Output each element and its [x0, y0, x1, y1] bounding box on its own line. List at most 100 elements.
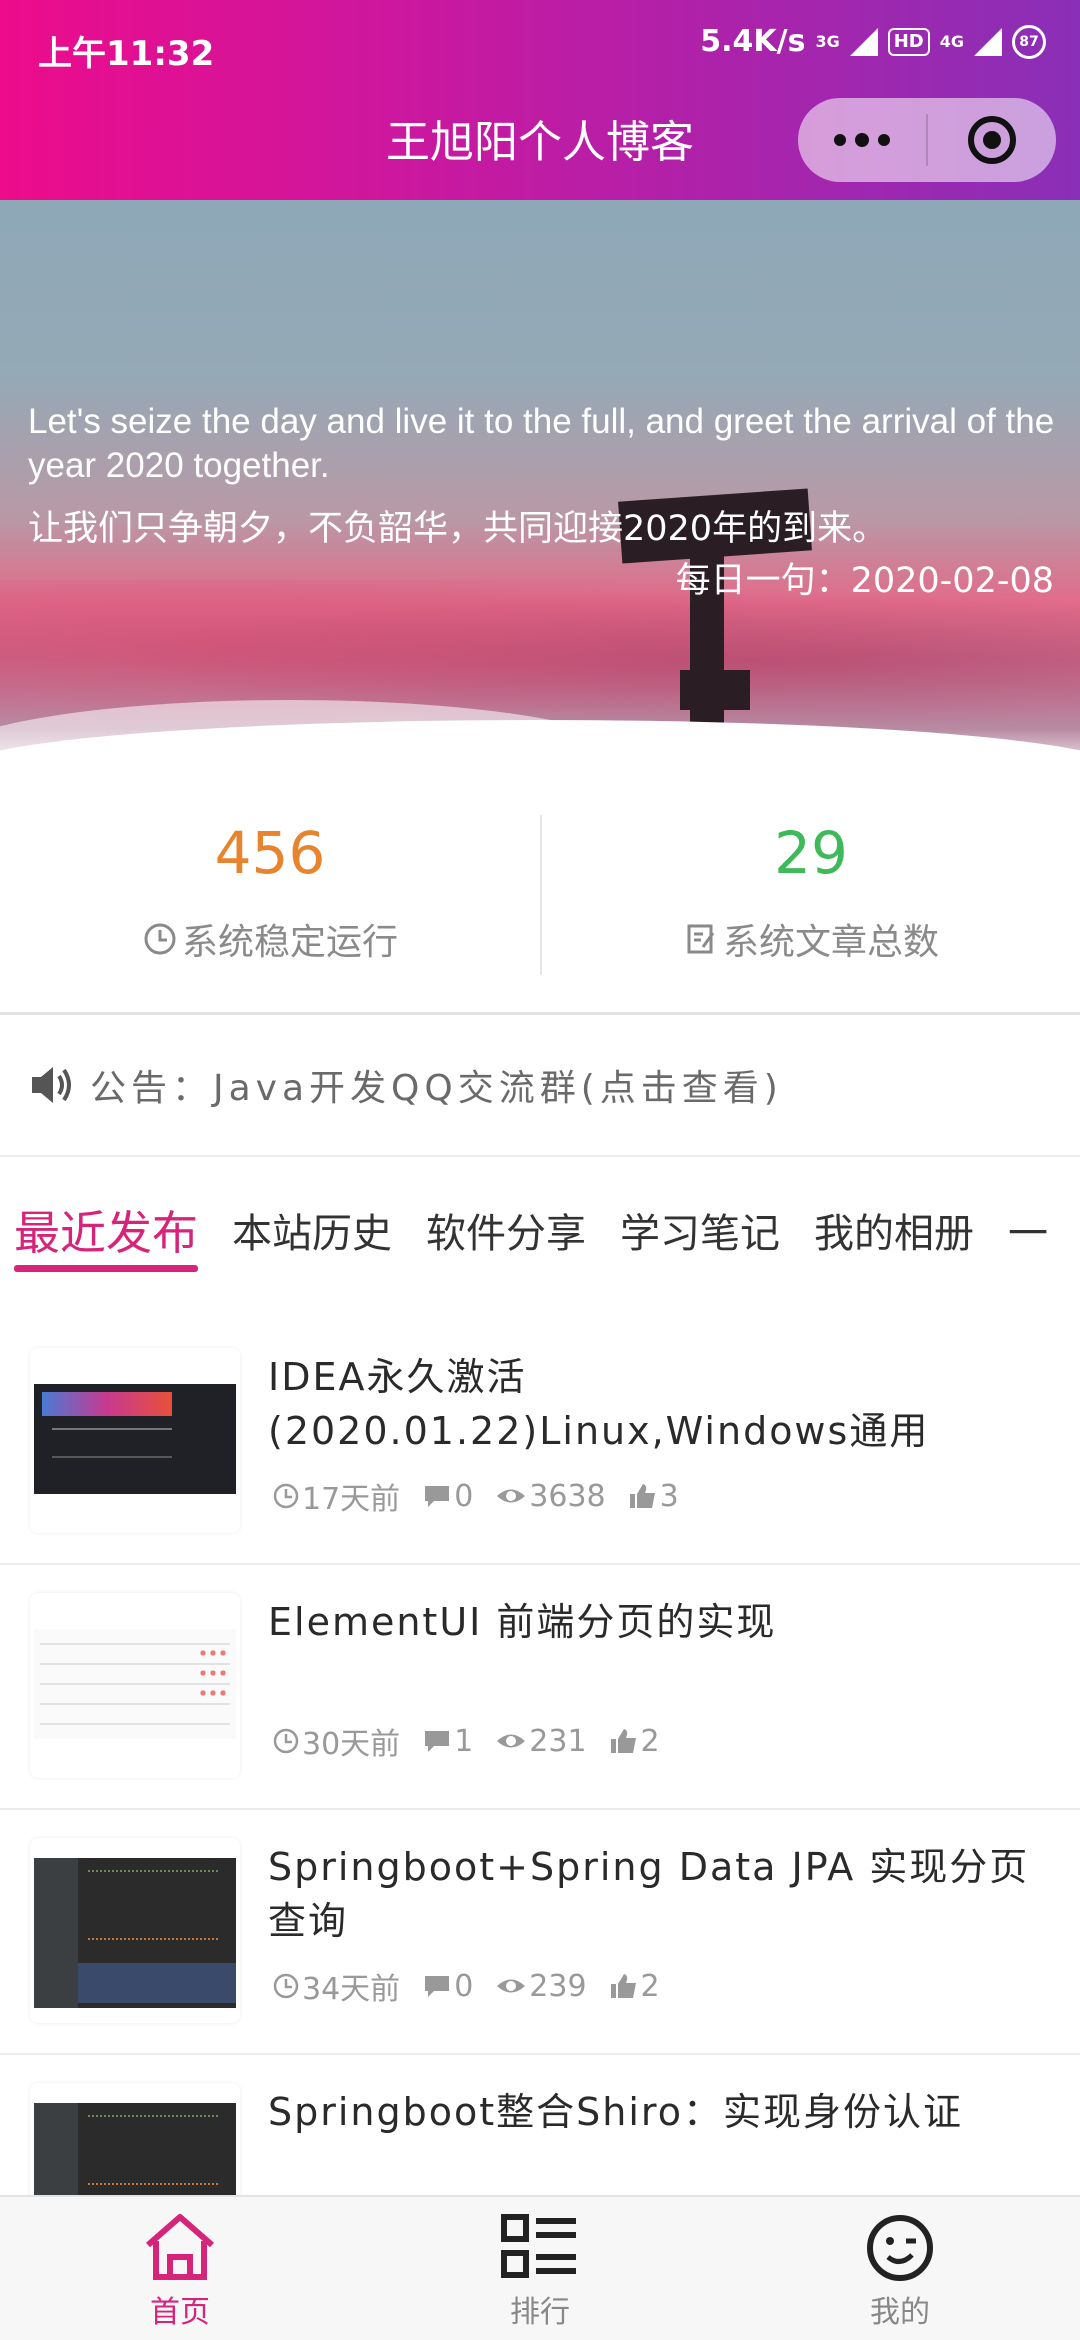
- tabbar-mine-label: 我的: [870, 2295, 930, 2330]
- status-icons: 5.4K/s 3G HD 4G 87: [700, 24, 1046, 59]
- article-title: Springboot+Spring Data JPA 实现分页查询: [268, 1845, 1030, 1943]
- tabbar-ranking-label: 排行: [510, 2295, 570, 2330]
- close-button[interactable]: [928, 98, 1056, 182]
- ide-code-area: [88, 2115, 218, 2185]
- uptime-label: 系统稳定运行: [181, 922, 398, 963]
- clock-icon: [273, 1973, 299, 1999]
- table-action-dots: [198, 1649, 228, 1657]
- comment-icon: [425, 1976, 450, 1997]
- meta-views: 239: [495, 1969, 587, 2004]
- speaker-icon: [32, 1067, 71, 1103]
- announcement-bar[interactable]: 公告：Java开发QQ交流群(点击查看): [0, 1015, 1080, 1157]
- article-title: ElementUI 前端分页的实现: [268, 1600, 777, 1644]
- signpost-board-small: [680, 670, 750, 710]
- edit-doc-icon: [687, 924, 715, 954]
- meta-comments: 0: [422, 1479, 473, 1514]
- table-screenshot: [34, 1629, 236, 1739]
- battery-icon: 87: [1012, 24, 1046, 59]
- tab-software[interactable]: 软件分享: [426, 1160, 586, 1300]
- quote-date: 每日一句：2020-02-08: [675, 561, 1054, 601]
- more-dots-icon: [834, 133, 890, 147]
- table-line: [40, 1683, 230, 1685]
- articles-label-row: 系统文章总数: [542, 913, 1080, 965]
- comment-icon: [425, 1731, 450, 1752]
- meta-time: 34天前: [272, 1964, 400, 2008]
- net-4g-label: 4G: [939, 31, 964, 51]
- quote-english: Let's seize the day and live it to the f…: [28, 402, 1055, 485]
- miniprogram-capsule: [798, 98, 1056, 182]
- category-tabs: 最近发布 本站历史 软件分享 学习笔记 我的相册 一: [0, 1160, 1080, 1300]
- tab-recent[interactable]: 最近发布: [14, 1160, 198, 1300]
- network-speed: 5.4K/s: [700, 24, 806, 59]
- signal-icon: [849, 27, 878, 56]
- clock-icon: [273, 1483, 299, 1509]
- daily-quote-banner[interactable]: Let's seize the day and live it to the f…: [0, 200, 1080, 775]
- clock-icon: [273, 1728, 299, 1754]
- stat-uptime: 456 系统稳定运行: [0, 775, 540, 1012]
- article-list: IDEA永久激活(2020.01.22)Linux,Windows通用 17天前…: [0, 1320, 1080, 2300]
- article-thumbnail: [30, 1838, 240, 2023]
- meta-likes: 2: [609, 1969, 660, 2004]
- meta-likes: 3: [628, 1479, 679, 1514]
- table-line: [40, 1663, 230, 1665]
- meta-views: 231: [495, 1724, 587, 1759]
- stats-panel: 456 系统稳定运行 29 系统文章总数: [0, 775, 1080, 1015]
- article-meta: 34天前 0 239 2: [272, 1964, 682, 2008]
- tabbar-mine[interactable]: 我的: [720, 2197, 1080, 2340]
- article-meta: 17天前 0 3638 3: [272, 1474, 701, 1518]
- tab-more[interactable]: 一: [1008, 1160, 1048, 1300]
- article-thumbnail: [30, 1593, 240, 1778]
- tab-history[interactable]: 本站历史: [232, 1160, 392, 1300]
- tabbar-home-label: 首页: [150, 2295, 210, 2330]
- idea-logo: [42, 1392, 172, 1416]
- table-line: [40, 1723, 230, 1725]
- tab-notes[interactable]: 学习笔记: [620, 1160, 780, 1300]
- ide-code-area: [88, 1870, 218, 1940]
- meta-time: 30天前: [272, 1719, 400, 1763]
- ide-console: [78, 1963, 236, 2003]
- hd-badge: HD: [887, 27, 930, 56]
- tab-album[interactable]: 我的相册: [814, 1160, 974, 1300]
- thumbs-up-icon: [629, 1484, 655, 1508]
- bottom-tab-bar: 首页 排行 我的: [0, 2195, 1080, 2340]
- tabbar-ranking[interactable]: 排行: [360, 2197, 720, 2340]
- meta-views: 3638: [495, 1479, 606, 1514]
- status-time: 上午11:32: [38, 34, 215, 74]
- articles-value: 29: [774, 819, 848, 887]
- tabbar-home[interactable]: 首页: [0, 2197, 360, 2340]
- table-action-dots: [198, 1669, 228, 1677]
- uptime-value: 456: [214, 819, 326, 887]
- list-item[interactable]: IDEA永久激活(2020.01.22)Linux,Windows通用 17天前…: [0, 1320, 1080, 1565]
- uptime-label-row: 系统稳定运行: [0, 913, 540, 965]
- meta-comments: 1: [422, 1724, 473, 1759]
- comment-icon: [425, 1486, 450, 1507]
- clock-icon: [144, 923, 176, 955]
- target-close-icon: [968, 116, 1016, 164]
- article-title: Springboot整合Shiro：实现身份认证: [268, 2090, 963, 2134]
- meta-comments: 0: [422, 1969, 473, 2004]
- table-line: [40, 1703, 230, 1705]
- more-button[interactable]: [798, 98, 926, 182]
- signal-icon-2: [974, 27, 1002, 56]
- eye-icon: [497, 1979, 526, 1993]
- list-item[interactable]: Springboot+Spring Data JPA 实现分页查询 34天前 0…: [0, 1810, 1080, 2055]
- list-item[interactable]: ElementUI 前端分页的实现 30天前 1 231 2: [0, 1565, 1080, 1810]
- article-meta: 30天前 1 231 2: [272, 1719, 682, 1763]
- idea-screenshot: [34, 1384, 236, 1494]
- home-icon: [146, 2214, 214, 2280]
- article-thumbnail: [30, 1348, 240, 1533]
- wink-face-icon: [867, 2215, 933, 2281]
- table-line: [40, 1643, 230, 1645]
- table-action-dots: [198, 1689, 228, 1697]
- idea-text-lines: [52, 1428, 172, 1458]
- eye-icon: [497, 1734, 526, 1748]
- eye-icon: [497, 1489, 526, 1503]
- net-3g-label: 3G: [815, 31, 840, 51]
- quote-chinese: 让我们只争朝夕，不负韶华，共同迎接2020年的到来。: [28, 509, 888, 549]
- announcement-text: 公告：Java开发QQ交流群(点击查看): [90, 1068, 783, 1109]
- stat-articles: 29 系统文章总数: [540, 815, 1080, 975]
- app-header: 上午11:32 5.4K/s 3G HD 4G 87 王旭阳个人博客: [0, 0, 1080, 200]
- ide-project-pane: [34, 1858, 78, 2008]
- thumbs-up-icon: [610, 1729, 636, 1753]
- ide-screenshot: [34, 1858, 236, 2008]
